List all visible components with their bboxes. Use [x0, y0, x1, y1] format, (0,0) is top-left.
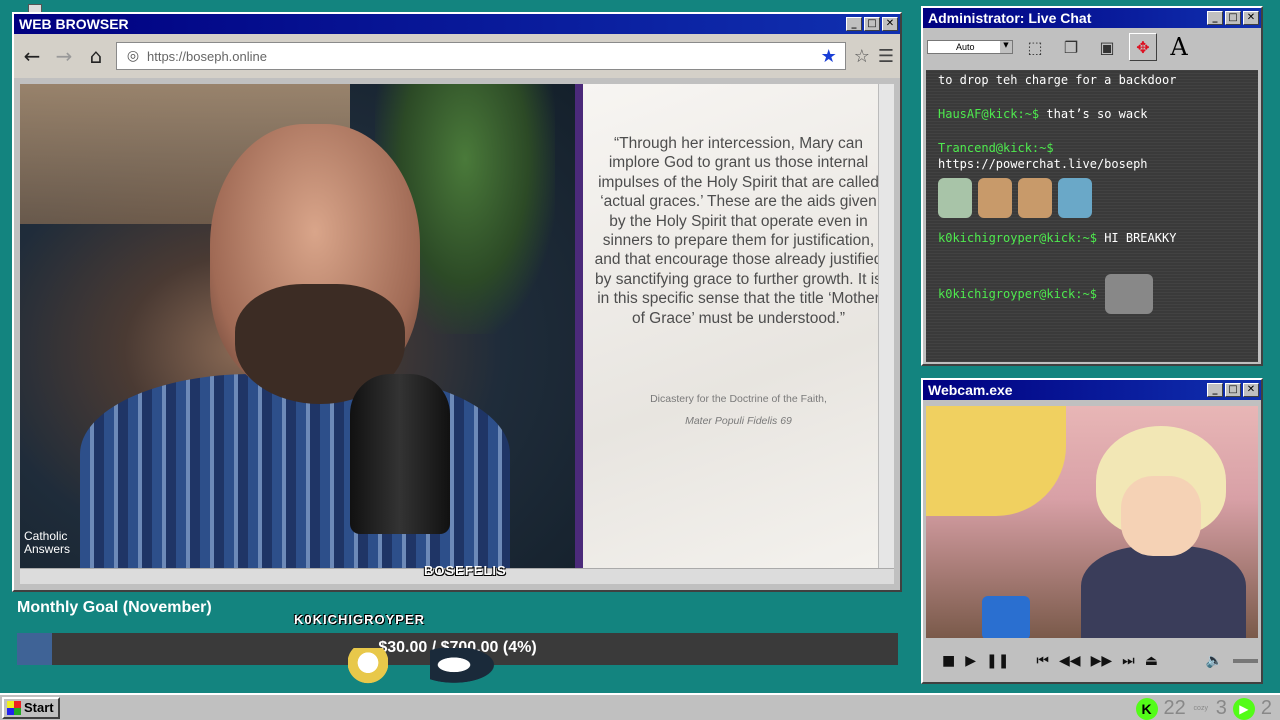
maximize-button[interactable]: □	[1225, 11, 1241, 25]
font-select[interactable]: Auto ▼	[927, 40, 1013, 54]
emote-icon	[1104, 274, 1153, 314]
favorites-star-icon[interactable]: ☆	[854, 46, 870, 67]
paste-icon[interactable]: ▣	[1093, 33, 1121, 61]
webcam-title: Webcam.exe	[928, 382, 1013, 398]
skip-back-icon[interactable]: ⏮	[1036, 653, 1049, 669]
catholic-answers-logo: Catholic Answers	[24, 529, 71, 556]
bookmark-star-icon[interactable]: ★	[821, 46, 837, 67]
quote-citation: Dicastery for the Doctrine of the Faith,…	[591, 388, 886, 432]
chat-titlebar[interactable]: Administrator: Live Chat _ □ ✕	[923, 8, 1261, 28]
chat-username: k0kichigroyper@kick:~$	[938, 231, 1097, 245]
quote-panel: “Through her intercession, Mary can impl…	[583, 84, 894, 568]
rewind-icon[interactable]: ◀◀	[1059, 653, 1081, 669]
minimize-button[interactable]: _	[1207, 383, 1223, 397]
chat-link[interactable]: https://powerchat.live/boseph	[938, 156, 1246, 172]
back-arrow-icon[interactable]: ←	[20, 44, 44, 68]
copy-icon[interactable]: ❐	[1057, 33, 1085, 61]
browser-toolbar: ← → ⌂ ◎ https://boseph.online ★ ☆ ☰	[14, 34, 900, 78]
chat-message: Trancend@kick:~$	[938, 140, 1246, 156]
chat-message: HausAF@kick:~$ that’s so wack	[938, 106, 1246, 122]
emote-row	[938, 178, 1246, 218]
minimize-button[interactable]: _	[846, 17, 862, 31]
eject-icon[interactable]: ⏏	[1145, 653, 1158, 669]
taskbar: Start K 22 cozy 3 ▶ 2	[0, 693, 1280, 720]
forward-arrow-icon[interactable]: →	[52, 44, 76, 68]
maximize-button[interactable]: □	[1225, 383, 1241, 397]
emote-icon	[978, 178, 1012, 218]
cite-line-1: Dicastery for the Doctrine of the Faith,	[650, 393, 827, 406]
chat-window: Administrator: Live Chat _ □ ✕ Auto ▼ ⬚ …	[921, 6, 1263, 366]
emote-icon	[1018, 178, 1052, 218]
move-icon[interactable]: ✥	[1129, 33, 1157, 61]
chevron-down-icon[interactable]: ▼	[1000, 41, 1012, 53]
chat-message: to drop teh charge for a backdoor	[938, 73, 1177, 87]
minimize-button[interactable]: _	[1207, 11, 1223, 25]
volume-icon[interactable]: 🔈	[1206, 653, 1223, 669]
quote-text: “Through her intercession, Mary can impl…	[594, 135, 883, 327]
webcam-feed	[926, 406, 1258, 638]
start-button[interactable]: Start	[2, 696, 60, 719]
microphone	[350, 374, 450, 534]
chat-text: that’s so wack	[1046, 107, 1148, 121]
mug	[982, 596, 1030, 638]
plush-toy	[926, 406, 1066, 516]
chat-text: HI BREAKKY	[1104, 231, 1177, 245]
close-button[interactable]: ✕	[1243, 383, 1259, 397]
fast-forward-icon[interactable]: ▶▶	[1091, 653, 1113, 669]
globe-icon: ◎	[126, 48, 140, 64]
panel-divider	[575, 84, 583, 568]
video-viewport[interactable]: Catholic Answers “Through her intercessi…	[20, 84, 894, 568]
chat-title: Administrator: Live Chat	[928, 10, 1092, 26]
emote-icon	[1058, 178, 1092, 218]
url-text[interactable]: https://boseph.online	[147, 49, 815, 64]
play-circle-icon[interactable]: ▶	[1232, 697, 1255, 720]
selection-icon[interactable]: ⬚	[1021, 33, 1049, 61]
chat-message: k0kichigroyper@kick:~$	[938, 274, 1246, 314]
goal-title: Monthly Goal (November)	[17, 599, 212, 616]
home-icon[interactable]: ⌂	[84, 44, 108, 68]
chat-username: HausAF@kick:~$	[938, 107, 1040, 121]
system-tray: K 22 cozy 3 ▶ 2	[1135, 695, 1272, 720]
cozy-label: cozy	[1193, 705, 1208, 712]
pause-icon[interactable]: ❚❚	[986, 653, 1009, 669]
video-speaker-frame: Catholic Answers	[20, 84, 575, 568]
play-icon[interactable]: ▶	[965, 653, 976, 669]
kick-icon[interactable]: K	[1135, 697, 1158, 720]
webcam-titlebar[interactable]: Webcam.exe _ □ ✕	[923, 380, 1261, 400]
volume-slider[interactable]	[1233, 659, 1258, 663]
close-button[interactable]: ✕	[882, 17, 898, 31]
video-caption: BOSEFELIS	[424, 563, 507, 578]
browser-title: WEB BROWSER	[19, 16, 129, 32]
tray-counter-3: 2	[1260, 697, 1272, 719]
stop-icon[interactable]: ■	[942, 653, 955, 669]
anime-avatar	[1076, 426, 1246, 638]
browser-window: WEB BROWSER _ □ ✕ ← → ⌂ ◎ https://boseph…	[12, 12, 902, 592]
vertical-scrollbar[interactable]	[878, 84, 894, 568]
media-controls: ■ ▶ ❚❚ ⏮ ◀◀ ▶▶ ⏭ ⏏ 🔈	[926, 642, 1258, 680]
chat-username: k0kichigroyper@kick:~$	[938, 287, 1097, 301]
chibi-sprite	[348, 648, 388, 690]
emote-icon	[938, 178, 972, 218]
maximize-button[interactable]: □	[864, 17, 880, 31]
chat-username: Trancend@kick:~$	[938, 141, 1054, 155]
address-bar[interactable]: ◎ https://boseph.online ★	[116, 42, 846, 70]
menu-icon[interactable]: ☰	[878, 46, 894, 67]
chat-message: k0kichigroyper@kick:~$ HI BREAKKY	[938, 230, 1246, 246]
skip-forward-icon[interactable]: ⏭	[1122, 653, 1135, 669]
cite-line-2: Mater Populi Fidelis 69	[685, 415, 792, 428]
tray-counter-2: 3	[1215, 697, 1227, 719]
chat-log[interactable]: to drop teh charge for a backdoor HausAF…	[926, 70, 1258, 362]
chat-toolbar: Auto ▼ ⬚ ❐ ▣ ✥ A	[923, 28, 1261, 66]
donor-tag: K0KICHIGROYPER	[294, 612, 426, 627]
start-label: Start	[24, 700, 54, 715]
tray-counter-1: 22	[1163, 697, 1186, 719]
browser-titlebar[interactable]: WEB BROWSER _ □ ✕	[14, 14, 900, 34]
close-button[interactable]: ✕	[1243, 11, 1259, 25]
font-select-value: Auto	[956, 42, 975, 52]
webcam-window: Webcam.exe _ □ ✕ ■ ▶ ❚❚ ⏮ ◀◀ ▶▶ ⏭ ⏏ 🔈	[921, 378, 1263, 684]
running-sprite	[430, 648, 510, 690]
font-icon[interactable]: A	[1165, 33, 1193, 61]
windows-logo-icon	[7, 700, 21, 715]
